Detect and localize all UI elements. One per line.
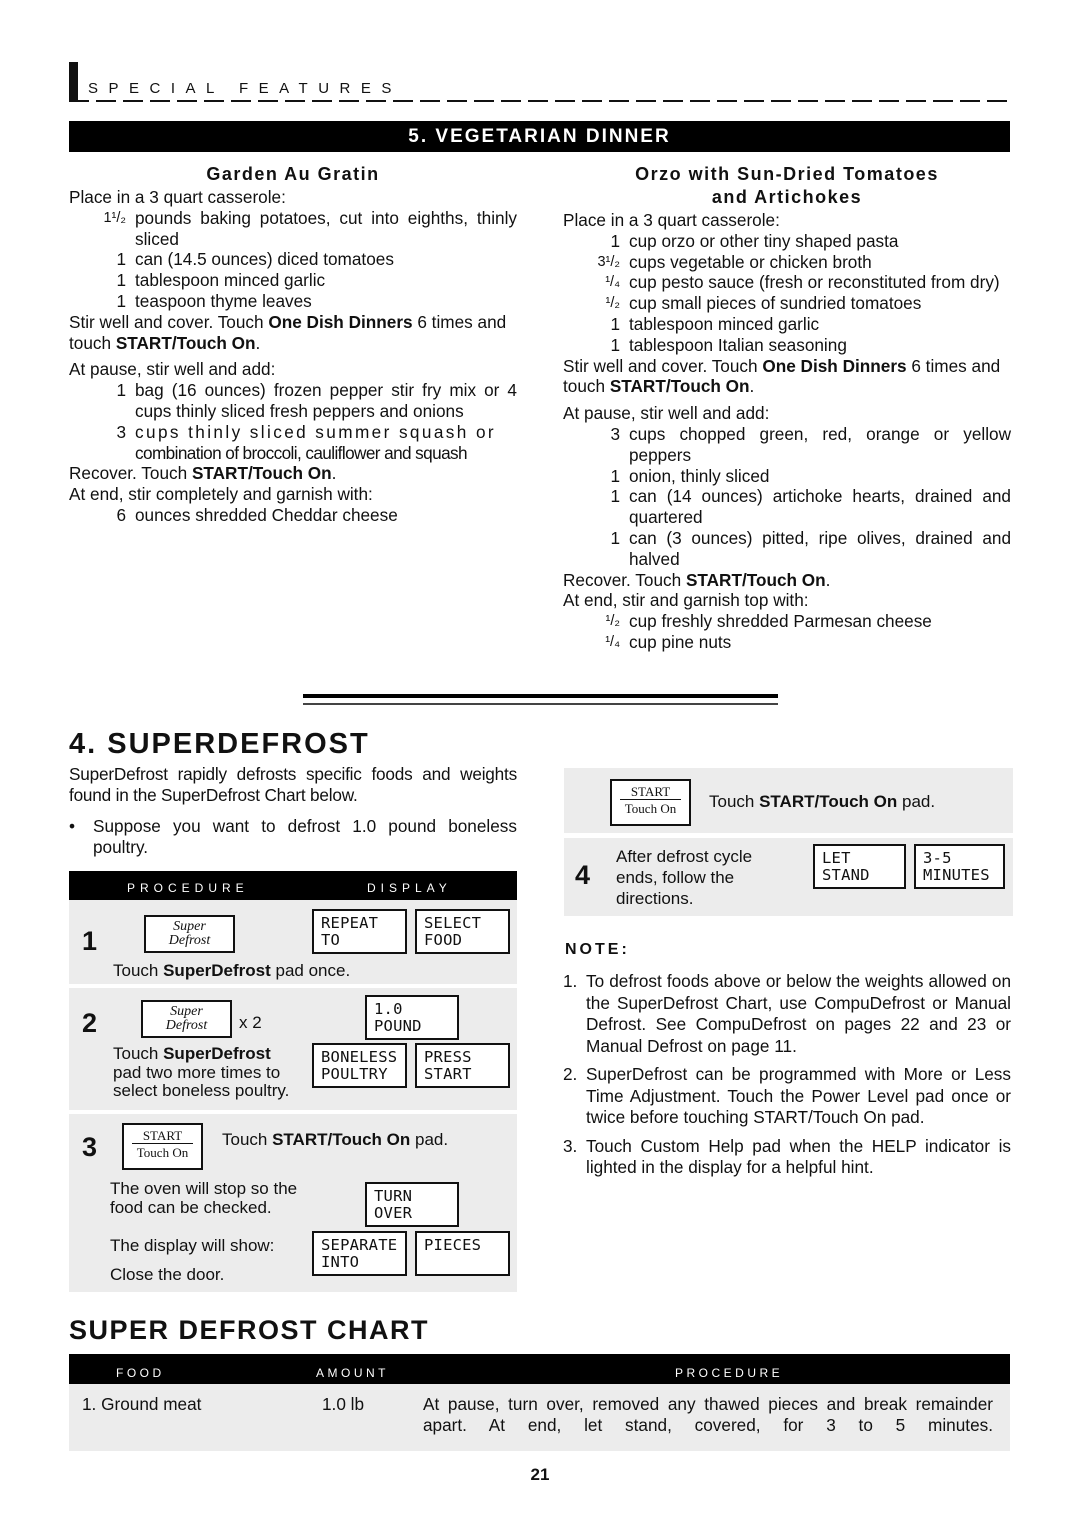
section-divider [303,703,778,705]
section-title: 4. SUPERDEFROST [69,728,370,760]
display-readout: BONELESS POULTRY [312,1043,407,1088]
ingredient: 1 can (14 ounces) artichoke hearts, drain… [610,486,1011,528]
step-1: 1 Super Defrost REPEAT TO SELECT FOOD Tou… [69,900,517,984]
recipe-intro: Place in a 3 quart casserole: [69,187,286,207]
recipe-instruction: Stir well and cover. Touch One Dish Dinn… [563,355,1001,397]
ingredient: 1 tablespoon minced garlic [116,270,326,291]
step-detail: Close the door. [110,1265,225,1284]
cell-food: 1. Ground meat [82,1394,202,1414]
note-item: 2. SuperDefrost can be programmed with Mo… [563,1064,1011,1127]
recipe-instruction: At pause, stir well and add: [563,403,770,424]
display-readout: 3-5 MINUTES [914,844,1005,889]
display-readout: REPEAT TO [312,909,407,954]
ingredient-list: 3 cups chopped green, red, orange or yell… [563,424,1011,570]
display-readout: 1.0 POUND [365,995,459,1040]
ingredient: 1 can (14.5 ounces) diced tomatoes [116,249,394,270]
ingredient: 1 teaspoon thyme leaves [116,290,312,311]
recipe-instruction: Recover. Touch START/Touch On. [69,463,337,484]
press-count: x 2 [239,1013,262,1032]
ingredient: 1 onion, thinly sliced [610,465,770,486]
step-4: 4 After defrost cycle ends, follow the d… [564,838,1013,916]
ingredient: 1 can (3 ounces) pitted, ripe olives, dra… [610,527,1011,569]
note-item: 3. Touch Custom Help pad when the HELP in… [563,1135,1011,1178]
ingredient-list: 1¹/₂ pounds baking potatoes, cut into eig… [69,208,517,312]
recipe-title: Garden Au Gratin [206,164,380,184]
superdefrost-pad[interactable]: Super Defrost [141,1000,232,1038]
ingredient: ¹/₂ cup small pieces of sundried tomatoes [605,293,922,314]
column-header-procedure: PROCEDURE [675,1366,784,1380]
step-start: START Touch On Touch START/Touch On pad. [564,768,1013,833]
display-readout: SEPARATE INTO [312,1231,407,1276]
display-readout: TURN OVER [365,1182,459,1227]
bullet-icon: • [69,816,76,836]
note-list: 1. To defrost foods above or below the we… [563,971,1011,1186]
step-instruction: Touch SuperDefrost pad two more times to … [113,1044,290,1100]
display-readout: PRESS START [415,1043,510,1088]
ingredient-list: 1 bag (16 ounces) frozen pepper stir fry … [69,380,517,463]
step-instruction: Touch START/Touch On pad. [222,1130,449,1149]
step-number: 2 [82,1008,98,1038]
example-bullet: • Suppose you want to defrost 1.0 pound … [69,816,517,857]
recipe-title: Orzo with Sun-Dried Tomatoes and Artichok… [635,164,939,207]
ingredient: 1 cup orzo or other tiny shaped pasta [610,230,899,251]
step-2: 2 Super Defrost x 2 1.0 POUND BONELESS PO… [69,988,517,1110]
cell-amount: 1.0 lb [322,1394,365,1414]
note-item: 1. To defrost foods above or below the we… [563,971,1011,1056]
ingredient: 1 bag (16 ounces) frozen pepper stir fry … [116,380,517,421]
column-header-food: FOOD [116,1366,165,1380]
ingredient: combination of broccoli, cauliflower and… [135,442,468,463]
recipe-instruction: At end, stir and garnish top with: [563,590,809,611]
ingredient: ¹/₄ cup pine nuts [605,631,732,652]
step-number: 4 [575,860,591,890]
step-3: 3 START Touch On Touch START/Touch On pa… [69,1114,517,1292]
section-divider [303,694,778,698]
ingredient: 3¹/₂ cups vegetable or chicken broth [597,251,872,272]
dashed-rule [69,100,1010,102]
step-instruction: Touch SuperDefrost pad once. [113,961,351,980]
ingredient: 1¹/₂ pounds baking potatoes, cut into eig… [103,207,517,249]
ingredient: ¹/₄ cup pesto sauce (fresh or reconstitut… [605,272,1000,293]
cell-procedure: At pause, turn over, removed any thawed … [423,1394,993,1435]
table-row: 1. Ground meat 1.0 lb At pause, turn ove… [69,1384,1010,1451]
column-header-display: DISPLAY [367,881,452,895]
section-banner: 5. VEGETARIAN DINNER [69,121,1010,152]
ingredient: 3 cups chopped green, red, orange or yell… [610,423,1011,465]
chart-title: SUPER DEFROST CHART [69,1315,430,1345]
step-instruction: Touch START/Touch On pad. [709,792,936,811]
ingredient: 3 cups thinly sliced summer squash or [116,421,497,442]
ingredient: ¹/₂ cup freshly shredded Parmesan cheese [605,611,932,632]
chart-table-header: FOOD AMOUNT PROCEDURE [69,1354,1010,1384]
step-detail: The display will show: [110,1236,275,1255]
superdefrost-pad[interactable]: Super Defrost [144,915,235,953]
section-label: SPECIAL FEATURES [88,80,402,97]
column-header-amount: AMOUNT [316,1366,389,1380]
note-heading: NOTE: [565,941,630,958]
recipe-instruction: At end, stir completely and garnish with… [69,484,373,505]
ingredient: 6 ounces shredded Cheddar cheese [116,504,398,525]
recipe-instruction: Recover. Touch START/Touch On. [563,569,831,590]
recipe-garden-au-gratin: Garden Au Gratin Place in a 3 quart cass… [69,163,517,526]
recipe-orzo: Orzo with Sun-Dried Tomatoes and Artichok… [563,163,1011,653]
page-number: 21 [530,1465,550,1484]
section-intro: SuperDefrost rapidly defrosts specific f… [69,764,517,805]
recipe-instruction: At pause, stir well and add: [69,359,276,380]
start-touch-on-pad[interactable]: START Touch On [610,779,691,826]
ingredient-list: 1 cup orzo or other tiny shaped pasta 3¹/… [563,231,1011,356]
display-readout: SELECT FOOD [415,909,510,954]
step-detail: The oven will stop so the food can be ch… [110,1179,298,1217]
column-header-procedure: PROCEDURE [127,881,249,895]
step-number: 1 [82,926,98,956]
recipe-intro: Place in a 3 quart casserole: [563,210,780,230]
ingredient: 1 tablespoon minced garlic [610,313,820,334]
ingredient: 1 tablespoon Italian seasoning [610,334,847,355]
display-readout: PIECES [415,1231,510,1276]
start-touch-on-pad[interactable]: START Touch On [122,1123,203,1170]
recipe-instruction: Stir well and cover. Touch One Dish Dinn… [69,311,507,353]
step-instruction: After defrost cycle ends, follow the dir… [616,847,753,908]
procedure-table-header: PROCEDURE DISPLAY [69,871,517,900]
section-marker [69,62,78,102]
display-readout: LET STAND [813,844,906,889]
step-number: 3 [82,1132,98,1162]
